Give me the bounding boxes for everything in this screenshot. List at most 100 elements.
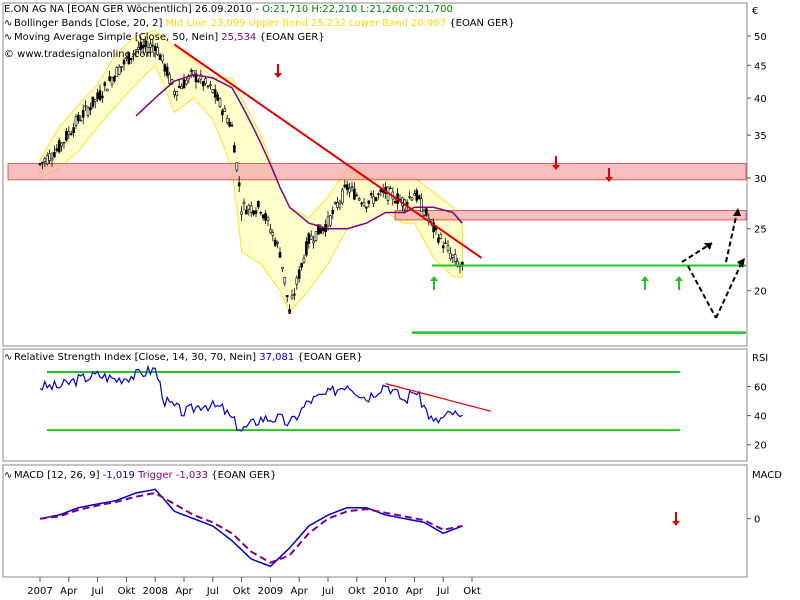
candle-body [141,44,145,49]
x-tick-label: Apr [406,586,424,597]
candle-body [415,190,419,201]
rsi-tag: {EOAN GER} [297,352,363,363]
x-tick-label: Jul [321,586,334,597]
candle-body [309,235,313,240]
candle-body [185,79,188,85]
price-ohlc: O:21,710 H:22,210 L:21,260 C:21,700 [262,4,453,15]
candle-body [410,197,414,201]
candle-body [103,82,107,86]
candle-body [93,99,97,102]
candle-body [180,85,183,90]
candle-body [67,131,71,135]
candle-body [197,80,200,83]
candle-body [120,66,123,68]
candle-body [117,66,121,75]
candle-body [300,262,303,268]
candle-body [213,89,217,98]
chart-canvas: €50 45 40 35 30 25 20 RSI 60 40 20 MACD 0 2007 Apr Jul O… [2,2,782,597]
candle-body [362,202,366,207]
candle-body [189,70,193,72]
candle-body [377,193,380,195]
price-header-2: ∿ Bollinger Bands [Close, 20, 2] Mid Line… [4,18,515,30]
candle-body [89,107,92,111]
macd-value: -1,019 [102,470,135,481]
bollinger-values: Mid Line 23,099 Upper Band 25,232 Lower … [165,18,447,29]
candle-body [437,237,440,243]
candle-body [413,193,416,196]
price-header-1: E.ON AG NA [EOAN GER Wöchentlich] 26.09.… [4,4,453,16]
rsi-title: Relative Strength Index [Close, 14, 30, … [14,352,257,363]
candle-body [86,107,90,116]
price-date: 26.09.2010 [194,4,253,15]
candle-body [98,90,102,101]
rsi-tick-label: 60 [754,383,767,394]
candle-body [307,233,311,244]
candle-body [360,202,363,205]
candle-body [225,118,229,123]
x-tick-label: 2008 [142,586,167,597]
candle-body [43,158,47,162]
rsi-tick-label: 40 [754,412,767,423]
candle-body [353,188,356,200]
candle-body [269,228,272,233]
candle-body [235,162,239,171]
indicator-icon: ∿ [4,470,13,481]
candle-body [257,200,260,208]
candle-body [163,64,167,72]
macd-header: ∿ MACD [12, 26, 9] -1,019 Trigger -1,033 … [4,470,276,482]
rsi-panel [2,348,748,462]
candle-body [45,155,49,165]
x-tick-label: Apr [175,586,193,597]
candle-body [297,269,301,279]
candle-body [168,73,171,84]
x-tick-label: Okt [463,586,481,597]
x-tick-label: Apr [60,586,78,597]
sma-value: 25,534 [221,32,257,43]
candle-body [278,252,282,258]
candle-body [329,215,332,226]
candle-body [451,254,455,258]
macd-tag: {EOAN GER} [211,470,277,481]
candle-body [449,252,452,259]
candle-body [101,95,104,99]
candle-body [271,232,275,236]
candle-body [50,157,54,161]
price-tick-label: 45 [754,61,767,72]
rsi-header: ∿ Relative Strength Index [Close, 14, 30,… [4,352,363,364]
x-tick-label: Jul [206,586,219,597]
candle-body [245,209,248,215]
price-tick-label: 40 [754,94,767,105]
price-header-3: ∿ Moving Average Simple [Close, 50, Nein]… [4,32,325,44]
candle-body [408,196,411,198]
x-tick-label: 2009 [258,586,283,597]
candle-body [357,198,361,201]
indicator-icon: ∿ [4,32,13,43]
candle-body [158,54,162,60]
candle-body [393,200,397,204]
macd-axis-label: MACD [752,470,782,481]
candle-body [417,195,421,200]
candle-body [105,88,109,92]
candle-body [338,201,342,205]
candle-body [151,44,155,47]
candle-body [439,234,443,239]
x-tick-label: Okt [233,586,251,597]
candle-body [345,184,349,190]
candle-body [446,245,450,251]
candle-body [81,110,85,118]
x-tick-label: Okt [348,586,366,597]
candle-body [221,110,224,116]
candle-body [302,257,306,263]
candle-body [223,108,227,112]
candle-body [259,211,263,214]
candle-body [254,210,258,214]
candle-body [429,219,433,222]
candle-body [441,245,445,249]
candle-body [355,194,359,197]
price-tick-label: 30 [754,174,767,185]
rsi-axis-label: RSI [752,353,768,364]
bollinger-tag: {EOAN GER} [449,18,515,29]
candle-body [312,240,315,243]
resistance-zone [7,163,747,181]
candle-body [57,140,61,153]
